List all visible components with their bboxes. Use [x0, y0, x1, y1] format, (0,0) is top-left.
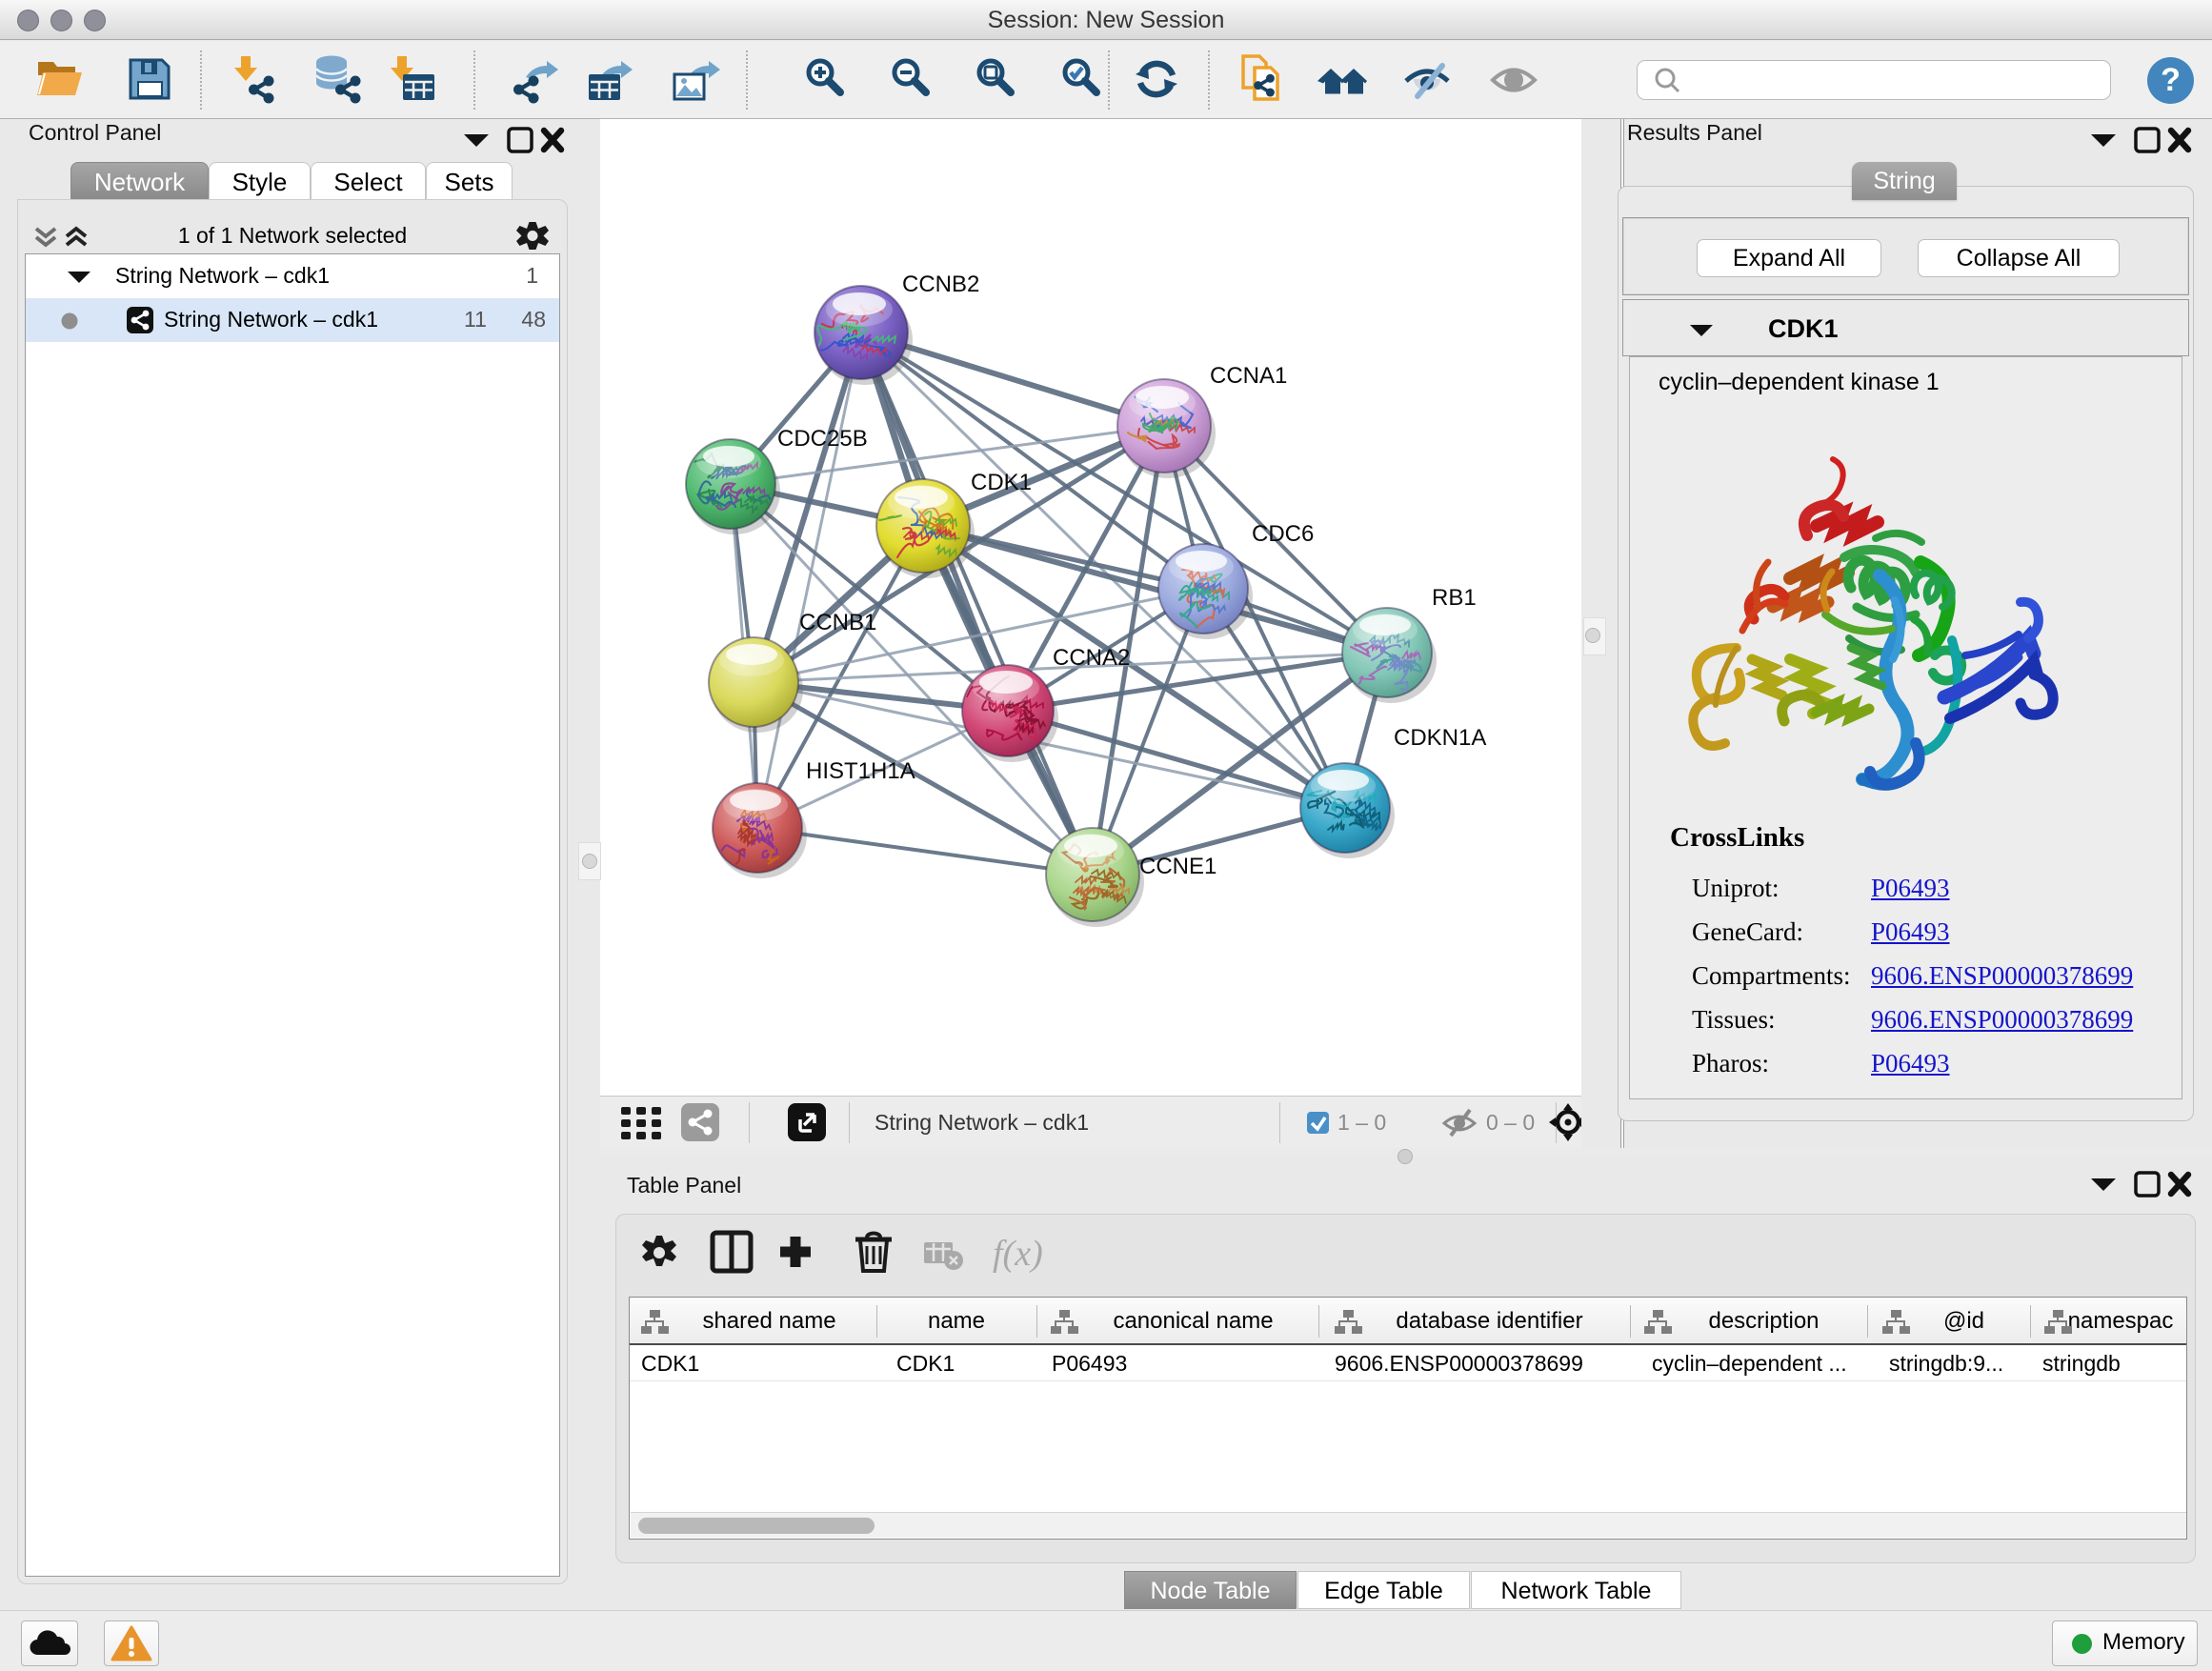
svg-text:RB1: RB1	[1432, 585, 1477, 611]
svg-text:CCNB1: CCNB1	[799, 610, 876, 635]
svg-text:CCNB2: CCNB2	[902, 272, 979, 297]
svg-text:f(x): f(x)	[993, 1234, 1043, 1274]
svg-text:HIST1H1A: HIST1H1A	[806, 758, 915, 784]
svg-text:CCNE1: CCNE1	[1139, 854, 1217, 879]
svg-text:CDC25B: CDC25B	[777, 426, 868, 452]
svg-text:CCNA2: CCNA2	[1053, 645, 1130, 671]
svg-text:CDKN1A: CDKN1A	[1394, 725, 1486, 751]
svg-text:CCNA1: CCNA1	[1210, 363, 1287, 389]
svg-text:CDK1: CDK1	[971, 470, 1032, 495]
svg-text:CDC6: CDC6	[1252, 521, 1314, 547]
